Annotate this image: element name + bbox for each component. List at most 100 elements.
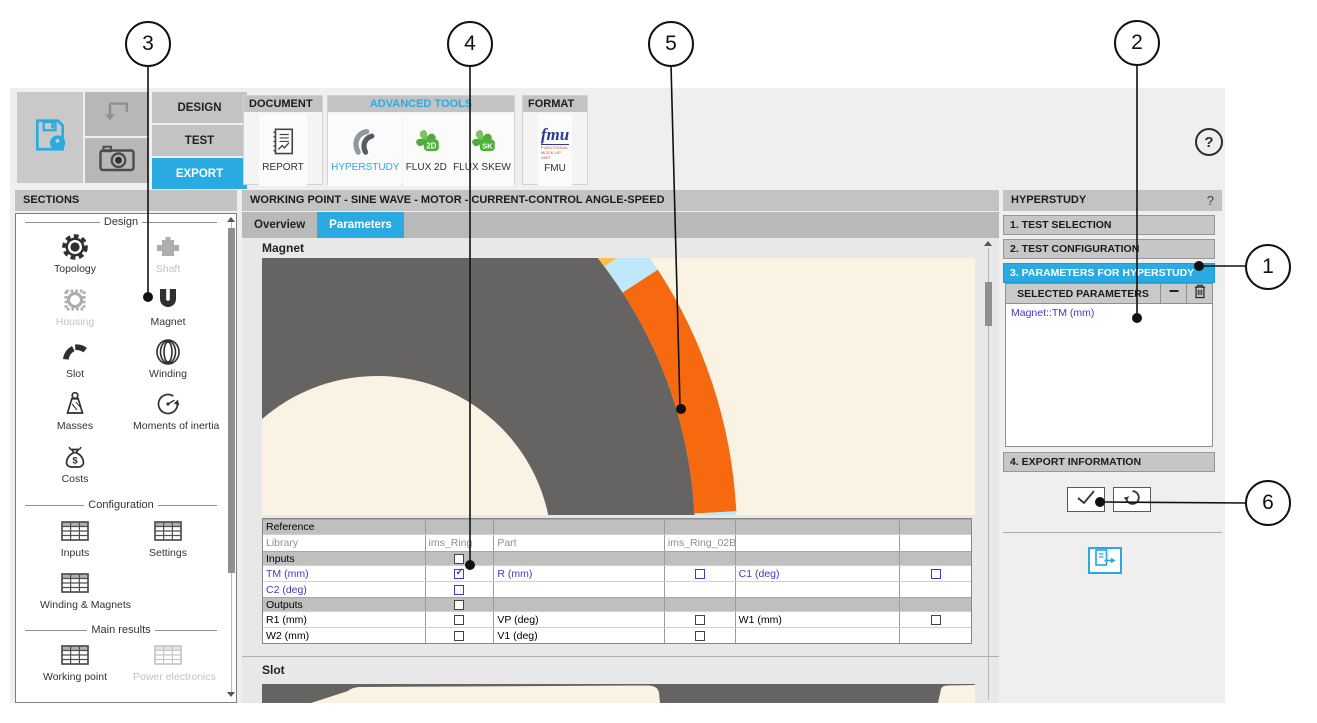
table-cell <box>493 582 664 597</box>
hyperstudy-help-icon[interactable]: ? <box>1207 190 1214 211</box>
main-tab-overview[interactable]: Overview <box>242 212 317 238</box>
cell-text: W1 (mm) <box>739 614 782 626</box>
checkbox[interactable] <box>454 631 464 641</box>
shaft-icon <box>133 231 203 263</box>
table-cell <box>664 598 735 611</box>
sidebar-item-slot[interactable]: Slot <box>40 336 110 380</box>
fmu-icon: fmuFUNCTIONALMOCK-UPUNIT <box>541 126 569 160</box>
table-cell <box>735 520 900 534</box>
table-cell <box>664 582 735 597</box>
checkbox[interactable] <box>695 569 705 579</box>
hyperstudy-header: HYPERSTUDY ? <box>1003 190 1222 211</box>
sidebar-item-label: Winding <box>133 368 203 380</box>
hyperstudy-title: HYPERSTUDY <box>1011 190 1086 211</box>
tab-export[interactable]: EXPORT <box>152 158 247 189</box>
sidebar-scrollbar-thumb[interactable] <box>228 228 235 573</box>
toolbar-group-document: DOCUMENTREPORT <box>243 95 323 185</box>
slot-view-svg <box>262 684 975 703</box>
table-row: Reference <box>263 519 971 534</box>
table-row: Outputs <box>263 597 971 611</box>
hyperstudy-step-4[interactable]: 4. EXPORT INFORMATION <box>1003 452 1215 472</box>
import-button[interactable] <box>85 92 149 136</box>
tab-design[interactable]: DESIGN <box>152 92 247 123</box>
checkbox[interactable] <box>931 569 941 579</box>
main-tab-parameters[interactable]: Parameters <box>317 212 404 238</box>
delete-all-parameters-button[interactable] <box>1186 284 1212 303</box>
table-row: R1 (mm)VP (deg)W1 (mm) <box>263 611 971 627</box>
table-cell <box>735 628 900 643</box>
validate-button[interactable] <box>1067 487 1105 512</box>
sidebar-item-housing: Housing <box>40 284 110 328</box>
selected-parameters-box: SELECTED PARAMETERS Magnet::TM (mm) <box>1005 283 1213 447</box>
remove-parameter-button[interactable] <box>1160 284 1186 303</box>
table-cell <box>425 520 494 534</box>
cell-text[interactable]: TM (mm) <box>266 568 309 580</box>
toolbar-button-label: FLUX 2D <box>406 162 447 173</box>
export-button[interactable] <box>1088 547 1122 574</box>
sidebar-item-masses[interactable]: Masses <box>40 388 110 432</box>
sidebar-item-label: Shaft <box>133 263 203 275</box>
mode-tabs: DESIGNTESTEXPORT <box>152 92 247 191</box>
sidebar-scroll-down-icon[interactable] <box>227 692 235 697</box>
cell-text[interactable]: R (mm) <box>497 568 532 580</box>
hyperstudy-step-1[interactable]: 1. TEST SELECTION <box>1003 215 1215 235</box>
checkbox-checked[interactable] <box>454 569 464 579</box>
sidebar-item-winding[interactable]: Winding <box>133 336 203 380</box>
selected-parameter-item[interactable]: Magnet::TM (mm) <box>1006 304 1212 322</box>
save-button[interactable]: * <box>17 92 83 183</box>
sidebar-item-inputs[interactable]: Inputs <box>40 515 110 559</box>
sidebar-item-moments-of-inertia[interactable]: Moments of inertia <box>133 388 203 432</box>
toolbar-button-label: FLUX SKEW <box>453 162 511 173</box>
checkbox[interactable] <box>454 554 464 564</box>
reset-button[interactable] <box>1113 487 1151 512</box>
checkbox[interactable] <box>695 631 705 641</box>
hyperstudy-button[interactable]: HYPERSTUDY <box>328 114 402 186</box>
minus-icon <box>1167 284 1181 303</box>
sidebar-item-label: Settings <box>133 547 203 559</box>
checkbox[interactable] <box>454 585 464 595</box>
flux2d-icon: 2D <box>410 127 442 160</box>
svg-text:$: $ <box>72 456 78 467</box>
svg-text:2D: 2D <box>426 141 436 150</box>
report-button[interactable]: REPORT <box>259 114 307 186</box>
cell-text[interactable]: C2 (deg) <box>266 584 307 596</box>
checkbox[interactable] <box>931 615 941 625</box>
table-icon <box>133 515 203 547</box>
table-icon <box>40 515 110 547</box>
table-cell: W1 (mm) <box>735 612 900 627</box>
table-icon <box>133 639 203 671</box>
sidebar-item-topology[interactable]: Topology <box>40 231 110 275</box>
hyperstudy-step-3[interactable]: 3. PARAMETERS FOR HYPERSTUDY <box>1003 263 1215 283</box>
table-cell: Inputs <box>263 552 425 565</box>
flux-skew-button[interactable]: SKFLUX SKEW <box>450 114 514 186</box>
tab-test[interactable]: TEST <box>152 125 247 156</box>
table-row: W2 (mm)V1 (deg) <box>263 627 971 643</box>
snapshot-button[interactable] <box>85 138 149 183</box>
undo-icon <box>1122 488 1142 511</box>
fmu-button[interactable]: fmuFUNCTIONALMOCK-UPUNITFMU <box>538 114 572 186</box>
slot-section-label: Slot <box>262 663 285 677</box>
topology-icon <box>40 231 110 263</box>
sidebar-item-settings[interactable]: Settings <box>133 515 203 559</box>
checkbox[interactable] <box>454 615 464 625</box>
main-scrollbar-thumb[interactable] <box>985 282 992 326</box>
checkbox[interactable] <box>695 615 705 625</box>
toolbar-group-format: FORMATfmuFUNCTIONALMOCK-UPUNITFMU <box>522 95 588 185</box>
sidebar-scroll-up-icon[interactable] <box>227 217 235 222</box>
hyperstudy-step-2[interactable]: 2. TEST CONFIGURATION <box>1003 239 1215 259</box>
sidebar-item-working-point[interactable]: Working point <box>40 639 110 683</box>
cell-text: Library <box>266 537 298 549</box>
checkbox[interactable] <box>454 600 464 610</box>
sidebar-group-header: Design <box>25 216 217 228</box>
table-cell: ims_Ring_02B <box>664 535 735 551</box>
sidebar-item-winding-magnets[interactable]: Winding & Magnets <box>40 567 110 611</box>
sidebar-item-magnet[interactable]: Magnet <box>133 284 203 328</box>
flux-2d-button[interactable]: 2D FLUX 2D <box>403 114 450 186</box>
cell-text: W2 (mm) <box>266 630 309 642</box>
main-scroll-up-icon[interactable] <box>984 241 992 246</box>
table-checkbox-cell <box>664 566 735 581</box>
help-icon[interactable]: ? <box>1195 128 1223 156</box>
cell-text[interactable]: C1 (deg) <box>739 568 780 580</box>
sidebar-item-costs[interactable]: $Costs <box>40 441 110 485</box>
selected-parameters-title: SELECTED PARAMETERS <box>1006 284 1160 303</box>
